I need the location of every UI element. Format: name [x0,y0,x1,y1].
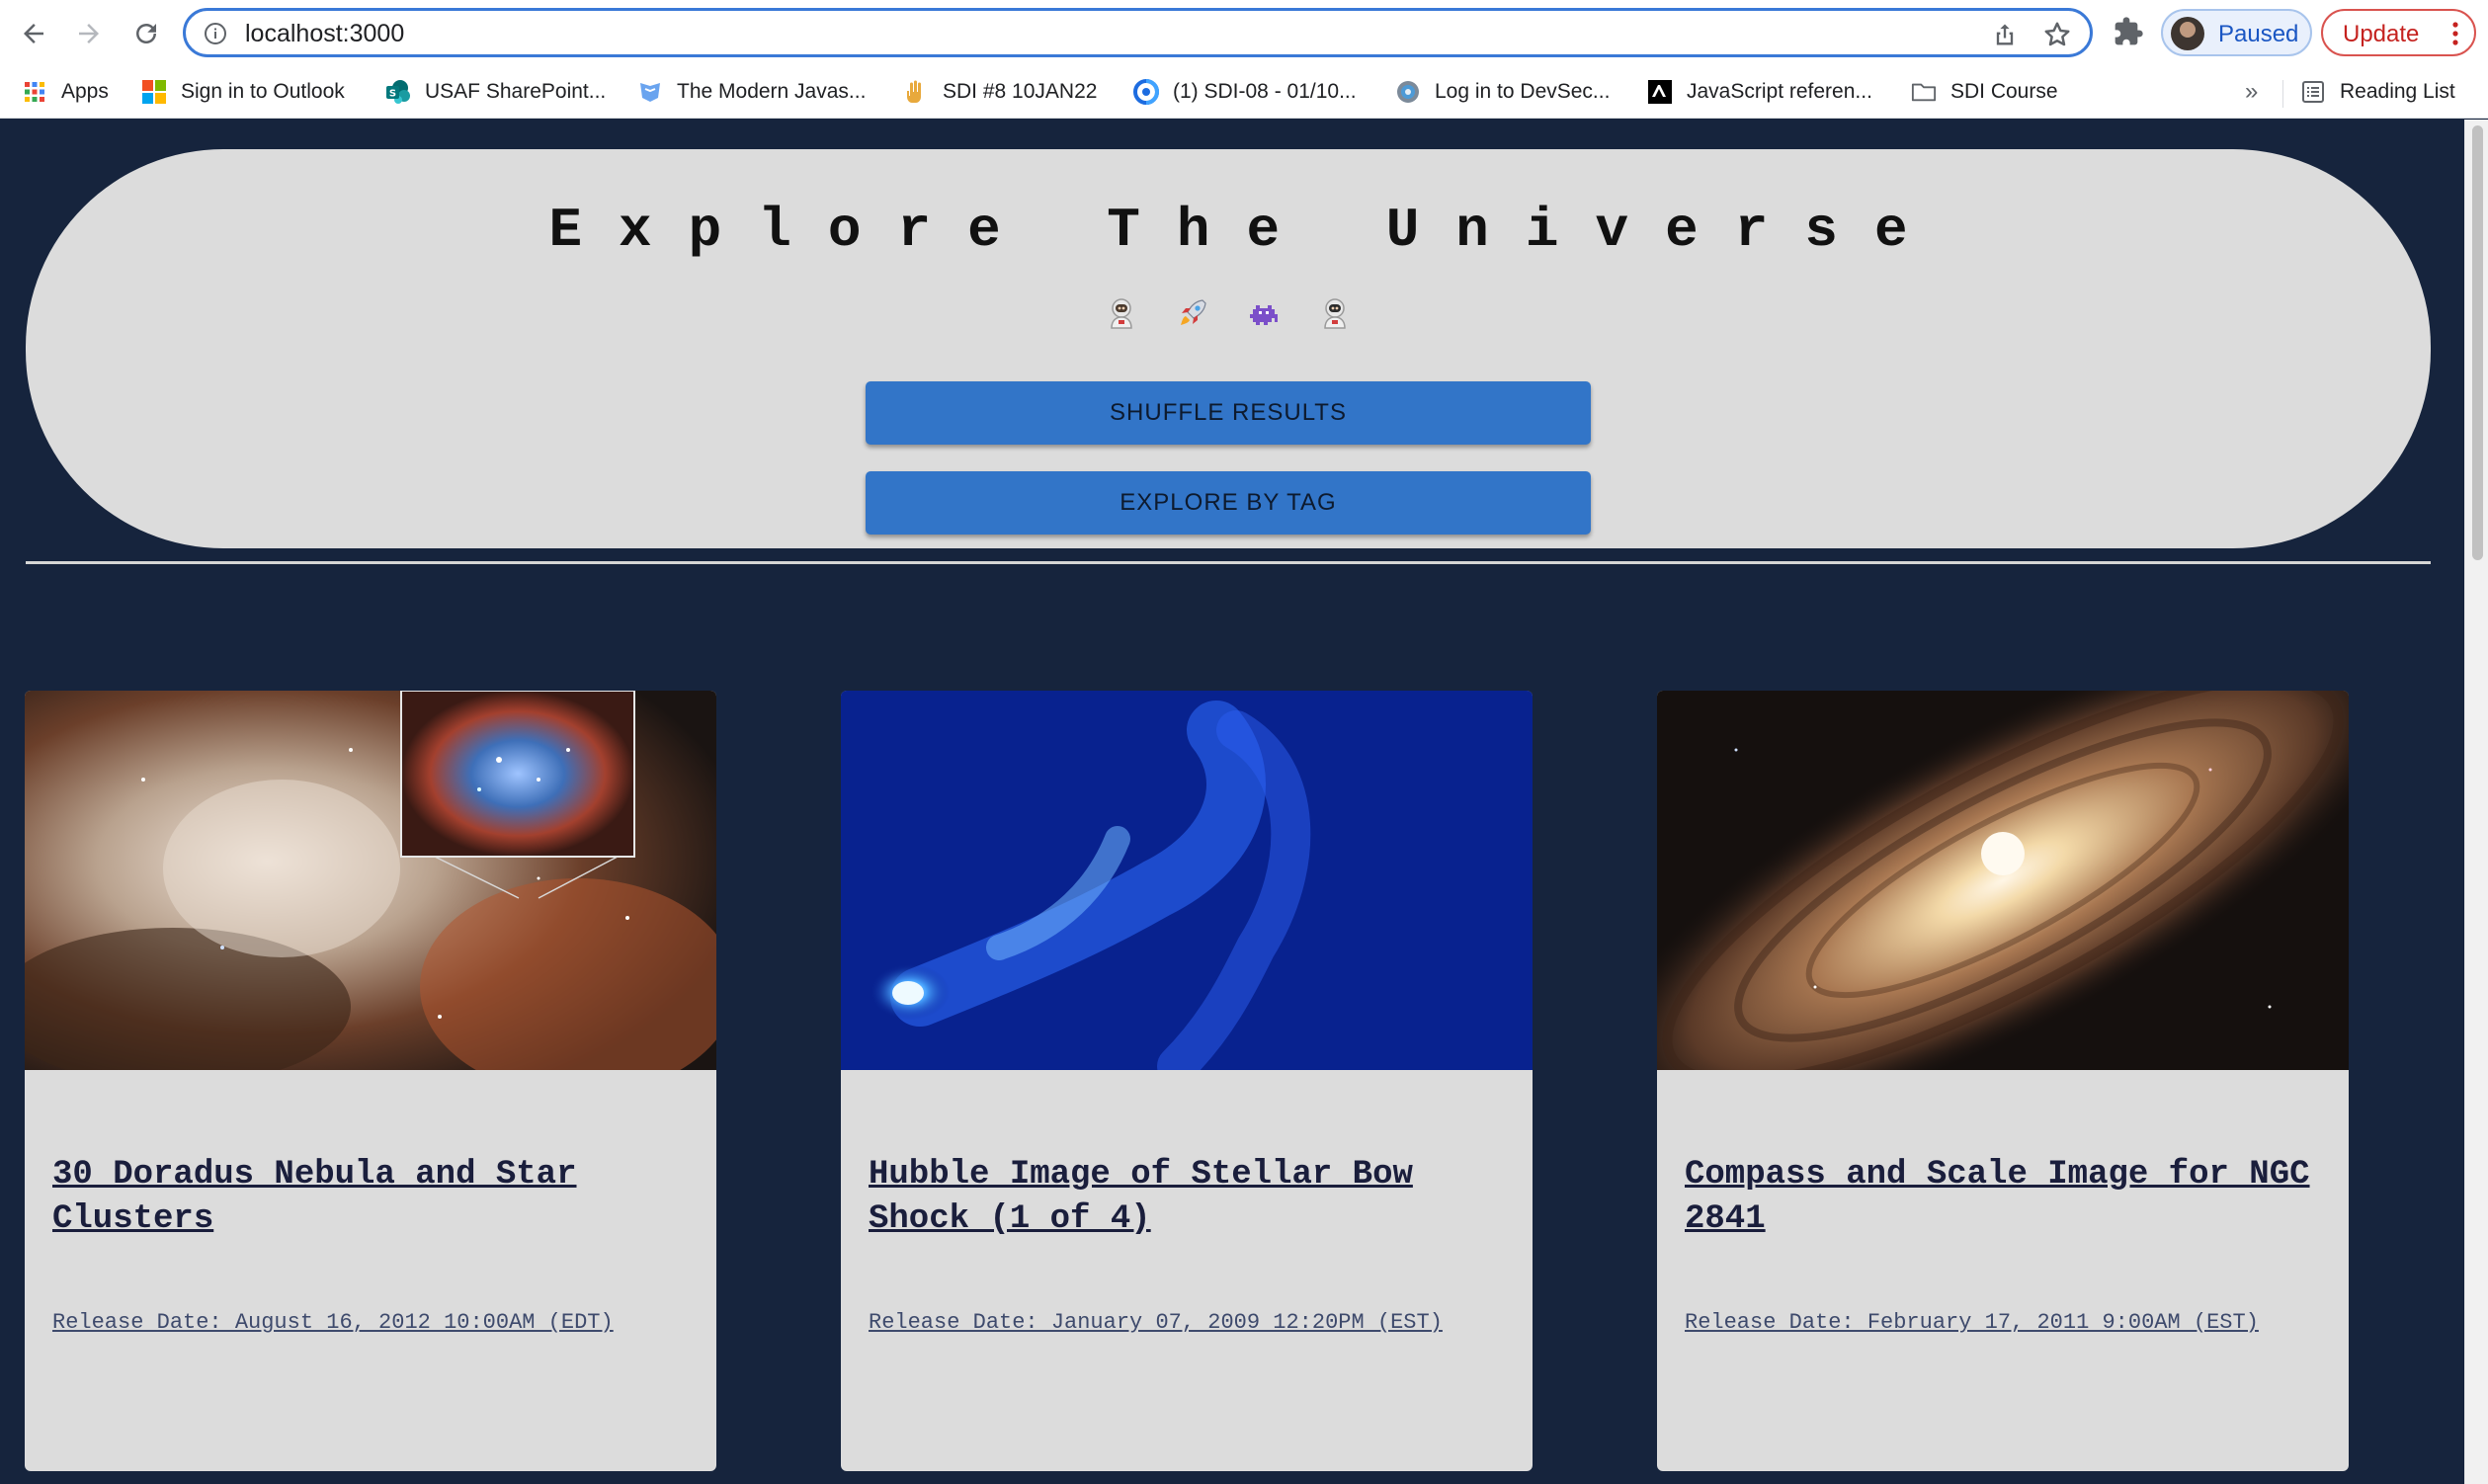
bookmark-label: Apps [61,80,109,103]
bookmark-javascript-info[interactable]: The Modern Javas... [637,76,866,108]
arrow-right-icon [79,24,99,43]
browser-toolbar: localhost:3000 Paused Update [0,0,2488,66]
image-card[interactable]: Hubble Image of Stellar Bow Shock (1 of … [841,691,1533,1471]
webex-icon [1133,79,1159,105]
bookmark-label: (1) SDI-08 - 01/10... [1173,80,1357,103]
info-icon[interactable] [204,22,227,45]
hand-icon [903,79,929,105]
apps-grid-icon [22,79,47,105]
bookmark-apps[interactable]: Apps [22,76,109,108]
bookmark-label: SDI #8 10JAN22 [943,80,1098,103]
sharepoint-icon: S [385,79,411,105]
bookmark-mdn[interactable]: JavaScript referen... [1647,76,1872,108]
nebula-image[interactable] [25,691,716,1070]
bookmarks-bar: Apps Sign in to Outlook S USAF SharePoin… [0,66,2488,119]
astronaut-icon [1324,298,1346,329]
back-button[interactable] [14,14,53,53]
avatar [2171,17,2204,50]
page-content: Explore The Universe SHUFFLE RESULTS EXP… [0,120,2464,1484]
bow-shock-image[interactable] [841,691,1533,1070]
url-text[interactable]: localhost:3000 [245,20,404,48]
galaxy-image[interactable] [1657,691,2349,1070]
bookmark-webex[interactable]: (1) SDI-08 - 01/10... [1133,76,1357,108]
scrollbar-thumb[interactable] [2472,125,2483,560]
bookmark-label: JavaScript referen... [1687,80,1872,103]
bookmark-outlook[interactable]: Sign in to Outlook [141,76,345,108]
arrow-left-icon [24,24,43,43]
update-label: Update [2343,21,2420,47]
reload-button[interactable] [126,14,166,53]
card-title[interactable]: Compass and Scale Image for NGC 2841 [1685,1153,2317,1242]
rocket-icon [1181,299,1206,325]
explore-by-tag-button[interactable]: EXPLORE BY TAG [866,471,1591,535]
folder-icon [1911,79,1937,105]
extensions-puzzle-icon[interactable] [2113,16,2144,47]
card-release-date[interactable]: Release Date: August 16, 2012 10:00AM (E… [52,1305,695,1341]
image-card[interactable]: 30 Doradus Nebula and Star Clusters Rele… [25,691,716,1471]
card-release-date[interactable]: Release Date: January 07, 2009 12:20PM (… [869,1305,1511,1341]
bookmark-label: Log in to DevSec... [1435,80,1611,103]
divider [26,561,2431,564]
bookmark-label: Sign in to Outlook [181,80,345,103]
microsoft-icon [141,79,167,105]
alien-monster-icon [1250,305,1278,325]
card-title[interactable]: 30 Doradus Nebula and Star Clusters [52,1153,685,1242]
bookmark-label: USAF SharePoint... [425,80,607,103]
bookmark-label: The Modern Javas... [677,80,867,103]
image-card[interactable]: Compass and Scale Image for NGC 2841 Rel… [1657,691,2349,1471]
bookmark-sdi-course[interactable]: SDI Course [1911,76,2058,108]
kebab-menu-icon[interactable] [2452,21,2458,46]
more-bookmarks-button[interactable]: » [2245,78,2258,106]
address-bar[interactable]: localhost:3000 [183,8,2093,57]
bookmark-sharepoint[interactable]: S USAF SharePoint... [385,76,606,108]
profile-status-label: Paused [2218,21,2299,47]
page-title: Explore The Universe [548,199,1945,262]
bookmark-devsecops[interactable]: Log in to DevSec... [1395,76,1610,108]
svg-text:S: S [389,89,396,100]
card-release-date[interactable]: Release Date: February 17, 2011 9:00AM (… [1685,1305,2327,1341]
emoji-row [26,297,2431,329]
page-scrollbar[interactable] [2464,120,2488,1484]
forward-button[interactable] [69,14,109,53]
reading-list-label: Reading List [2340,80,2455,103]
devsecops-icon [1395,79,1421,105]
share-icon[interactable] [1991,21,2019,48]
bookmarks-divider [2282,80,2283,108]
javascript-info-icon [637,79,663,105]
reading-list-icon [2300,79,2326,105]
bookmark-label: SDI Course [1950,80,2058,103]
bookmark-sdi8[interactable]: SDI #8 10JAN22 [903,76,1097,108]
update-button[interactable]: Update [2321,9,2476,56]
card-title[interactable]: Hubble Image of Stellar Bow Shock (1 of … [869,1153,1501,1242]
profile-button[interactable]: Paused [2161,9,2312,56]
reload-icon [136,24,156,43]
mdn-icon [1647,79,1673,105]
astronaut-icon [1111,298,1132,329]
bookmark-star-icon[interactable] [2042,20,2072,49]
shuffle-results-button[interactable]: SHUFFLE RESULTS [866,381,1591,445]
reading-list-button[interactable]: Reading List [2300,76,2455,108]
hero-panel: Explore The Universe SHUFFLE RESULTS EXP… [26,149,2431,548]
